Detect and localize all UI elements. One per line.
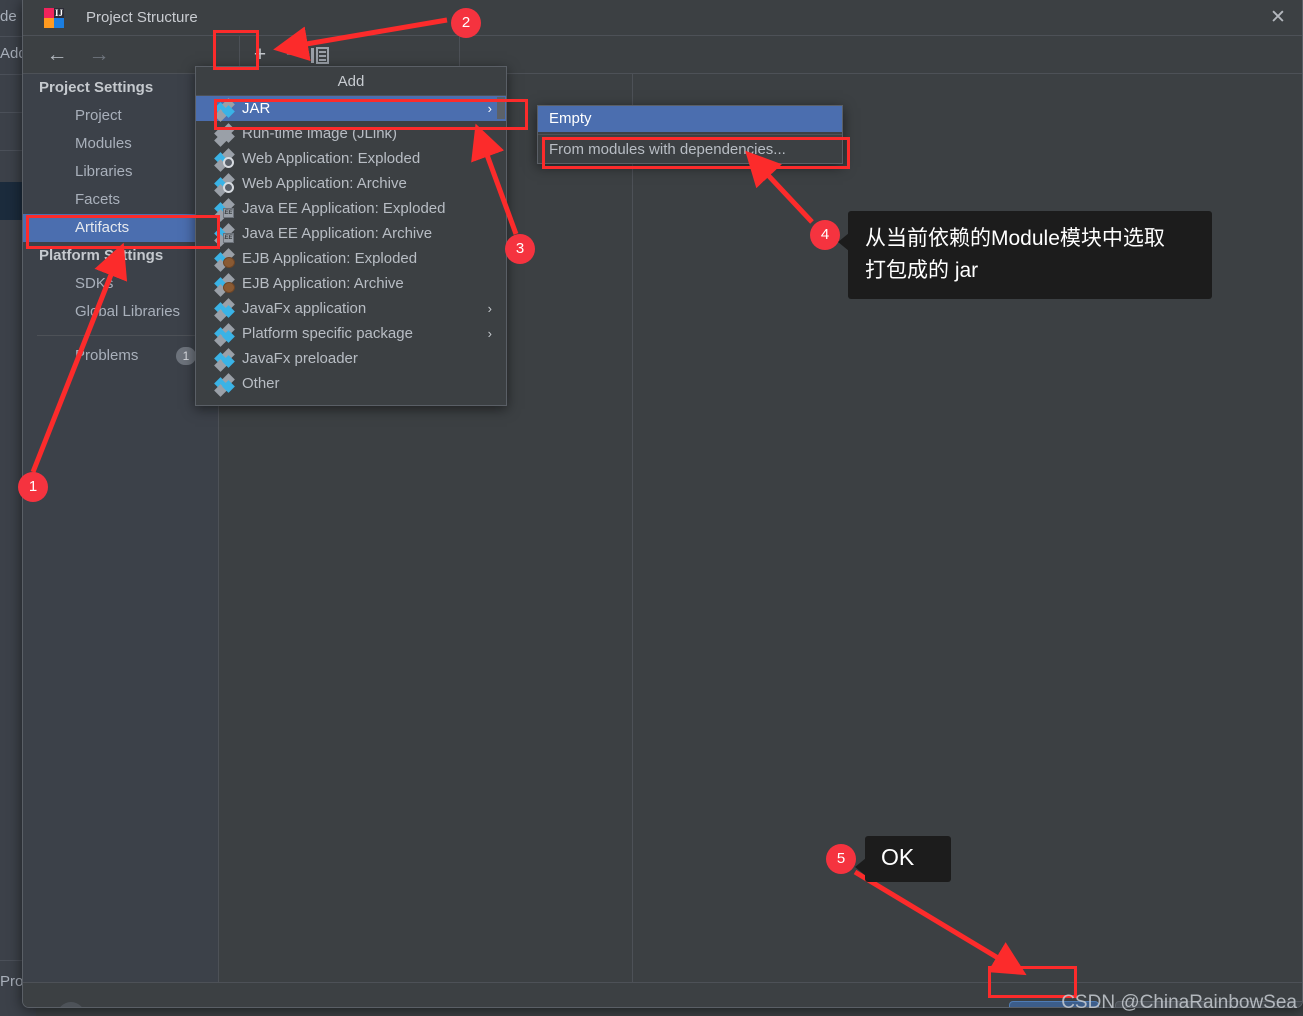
menu-item-javafx-preloader[interactable]: JavaFx preloader xyxy=(196,346,506,372)
sidebar-item-sdks[interactable]: SDKs xyxy=(23,270,218,298)
content-separator xyxy=(632,74,633,982)
submenu-separator xyxy=(538,134,842,135)
menu-item-other[interactable]: Other xyxy=(196,371,506,397)
tooltip-line-2: 打包成的 jar xyxy=(865,259,979,282)
screenshot-root: de Add Prob IJ Project Structure ✕ ← → +… xyxy=(0,0,1303,1016)
tooltip-text: OK xyxy=(881,844,915,870)
add-menu-header: Add xyxy=(196,67,506,96)
highlight-box-from-modules xyxy=(542,137,850,169)
diamond-blue-icon xyxy=(214,373,235,397)
submenu-item-empty[interactable]: Empty xyxy=(538,106,842,132)
sidebar-item-global-libraries[interactable]: Global Libraries xyxy=(23,298,218,326)
diamond-blue-icon xyxy=(214,298,235,322)
status-badge: 1 xyxy=(176,347,196,365)
web-exploded-icon xyxy=(214,148,235,172)
menu-item-web-app-exploded[interactable]: Web Application: Exploded xyxy=(196,146,506,172)
annotation-marker-1: 1 xyxy=(18,472,48,502)
menu-item-label: Web Application: Archive xyxy=(242,175,407,192)
menu-item-web-app-archive[interactable]: Web Application: Archive xyxy=(196,171,506,197)
sidebar-item-libraries[interactable]: Libraries xyxy=(23,158,218,186)
sidebar-divider xyxy=(37,335,204,336)
ejb-exploded-icon xyxy=(214,248,235,272)
menu-item-label: Other xyxy=(242,375,280,392)
highlight-box-jar xyxy=(214,99,528,130)
ejb-archive-icon xyxy=(214,273,235,297)
annotation-tooltip-ok: OK xyxy=(855,836,951,882)
menu-item-label: Platform specific package xyxy=(242,325,413,342)
dialog-title: Project Structure xyxy=(86,9,198,26)
highlight-box-artifacts xyxy=(26,215,220,249)
annotation-tooltip-module: 从当前依赖的Module模块中选取 打包成的 jar xyxy=(838,211,1212,299)
menu-item-label: Java EE Application: Archive xyxy=(242,225,433,242)
sidebar-item-modules[interactable]: Modules xyxy=(23,130,218,158)
menu-item-label: JavaFx application xyxy=(242,300,367,317)
minus-icon: − xyxy=(285,43,299,66)
menu-item-javafx-application[interactable]: JavaFx application › xyxy=(196,296,506,322)
menu-item-label: JavaFx preloader xyxy=(242,350,358,367)
sidebar-item-problems[interactable]: Problems 1 xyxy=(23,342,218,370)
chevron-right-icon: › xyxy=(487,326,492,341)
menu-item-ejb-app-archive[interactable]: EJB Application: Archive xyxy=(196,271,506,297)
menu-item-platform-specific-package[interactable]: Platform specific package › xyxy=(196,321,506,347)
menu-item-label: Web Application: Exploded xyxy=(242,150,421,167)
question-mark-icon[interactable]: ? xyxy=(57,1002,85,1007)
highlight-box-plus xyxy=(213,30,259,70)
annotation-marker-2: 2 xyxy=(451,8,481,38)
chevron-right-icon: › xyxy=(487,301,492,316)
arrow-right-icon[interactable]: → xyxy=(81,44,117,65)
menu-item-ejb-app-exploded[interactable]: EJB Application: Exploded xyxy=(196,246,506,272)
annotation-marker-4: 4 xyxy=(810,220,840,250)
copy-icon[interactable] xyxy=(311,47,331,64)
settings-sidebar: Project Settings Project Modules Librari… xyxy=(23,74,219,982)
web-archive-icon xyxy=(214,173,235,197)
sidebar-group-project-settings: Project Settings xyxy=(39,79,154,96)
menu-item-label: Java EE Application: Exploded xyxy=(242,200,446,217)
close-icon[interactable]: ✕ xyxy=(1254,0,1302,35)
sidebar-item-facets[interactable]: Facets xyxy=(23,186,218,214)
intellij-idea-icon: IJ xyxy=(44,7,64,28)
menu-item-label: EJB Application: Exploded xyxy=(242,250,418,267)
watermark: CSDN @ChinaRainbowSea xyxy=(1061,992,1297,1013)
menu-item-javaee-app-exploded[interactable]: EE Java EE Application: Exploded xyxy=(196,196,506,222)
annotation-marker-5: 5 xyxy=(826,844,856,874)
diamond-blue-icon xyxy=(214,348,235,372)
arrow-left-icon[interactable]: ← xyxy=(39,44,75,65)
sidebar-item-label: Problems xyxy=(75,347,139,364)
menu-item-javaee-app-archive[interactable]: EE Java EE Application: Archive xyxy=(196,221,506,247)
menu-item-label: EJB Application: Archive xyxy=(242,275,404,292)
tooltip-line-1: 从当前依赖的Module模块中选取 xyxy=(865,227,1165,250)
annotation-marker-3: 3 xyxy=(505,234,535,264)
diamond-blue-icon xyxy=(214,323,235,347)
sidebar-item-project[interactable]: Project xyxy=(23,102,218,130)
